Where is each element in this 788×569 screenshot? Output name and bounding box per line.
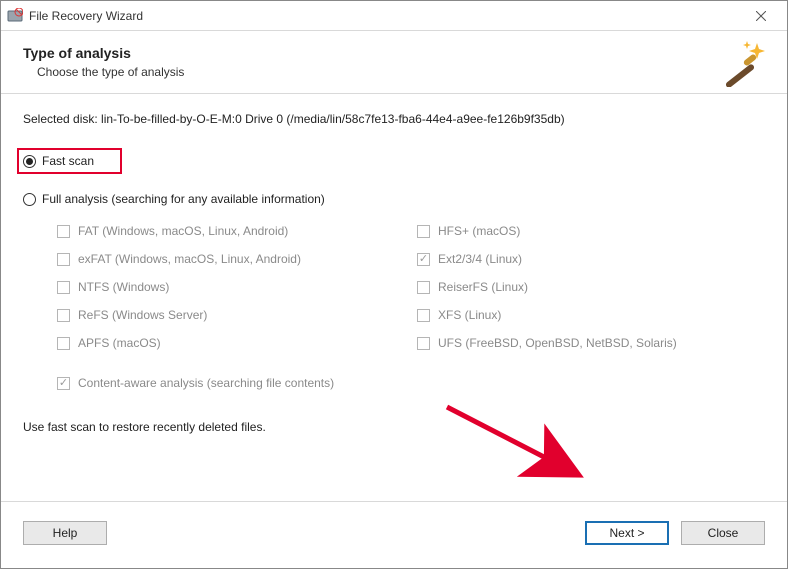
- checkbox-icon: [57, 281, 70, 294]
- fast-scan-label: Fast scan: [42, 154, 94, 168]
- fs-checkbox-row[interactable]: ReiserFS (Linux): [417, 280, 737, 294]
- checkbox-icon: [57, 253, 70, 266]
- fs-label: exFAT (Windows, macOS, Linux, Android): [78, 252, 301, 266]
- checkbox-icon: [417, 281, 430, 294]
- app-icon: [7, 8, 23, 24]
- radio-full-analysis[interactable]: [23, 193, 36, 206]
- close-window-button[interactable]: [741, 1, 781, 31]
- filesystem-grid: FAT (Windows, macOS, Linux, Android) HFS…: [57, 224, 765, 350]
- fs-label: ReFS (Windows Server): [78, 308, 207, 322]
- wizard-wand-icon: [719, 39, 767, 87]
- fs-checkbox-row[interactable]: Ext2/3/4 (Linux): [417, 252, 737, 266]
- radio-fast-scan-row[interactable]: Fast scan: [23, 148, 765, 174]
- fs-checkbox-row[interactable]: HFS+ (macOS): [417, 224, 737, 238]
- annotation-arrow-icon: [441, 399, 601, 489]
- checkbox-icon: [57, 377, 70, 390]
- checkbox-icon: [417, 337, 430, 350]
- close-icon: [756, 11, 766, 21]
- checkbox-icon: [57, 309, 70, 322]
- radio-fast-scan[interactable]: [23, 155, 36, 168]
- radio-full-analysis-row[interactable]: Full analysis (searching for any availab…: [23, 192, 325, 206]
- fs-checkbox-row[interactable]: FAT (Windows, macOS, Linux, Android): [57, 224, 417, 238]
- page-subtitle: Choose the type of analysis: [37, 65, 765, 79]
- hint-text: Use fast scan to restore recently delete…: [23, 420, 765, 434]
- fs-checkbox-row[interactable]: NTFS (Windows): [57, 280, 417, 294]
- fast-scan-highlight: Fast scan: [17, 148, 122, 174]
- fs-checkbox-row[interactable]: XFS (Linux): [417, 308, 737, 322]
- page-title: Type of analysis: [23, 45, 765, 61]
- close-button[interactable]: Close: [681, 521, 765, 545]
- fs-label: HFS+ (macOS): [438, 224, 520, 238]
- titlebar: File Recovery Wizard: [1, 1, 787, 31]
- wizard-header: Type of analysis Choose the type of anal…: [1, 31, 787, 94]
- checkbox-icon: [417, 225, 430, 238]
- checkbox-icon: [57, 225, 70, 238]
- fs-checkbox-row[interactable]: exFAT (Windows, macOS, Linux, Android): [57, 252, 417, 266]
- fs-checkbox-row[interactable]: APFS (macOS): [57, 336, 417, 350]
- selected-disk-label: Selected disk: lin-To-be-filled-by-O-E-M…: [23, 112, 765, 126]
- next-button[interactable]: Next >: [585, 521, 669, 545]
- fs-label: FAT (Windows, macOS, Linux, Android): [78, 224, 288, 238]
- fs-label: Ext2/3/4 (Linux): [438, 252, 522, 266]
- content-aware-label: Content-aware analysis (searching file c…: [78, 376, 334, 390]
- fs-label: NTFS (Windows): [78, 280, 169, 294]
- help-button[interactable]: Help: [23, 521, 107, 545]
- checkbox-icon: [417, 253, 430, 266]
- fs-label: UFS (FreeBSD, OpenBSD, NetBSD, Solaris): [438, 336, 677, 350]
- next-button-label: Next >: [609, 526, 644, 540]
- fs-label: ReiserFS (Linux): [438, 280, 528, 294]
- full-analysis-label: Full analysis (searching for any availab…: [42, 192, 325, 206]
- fs-label: XFS (Linux): [438, 308, 501, 322]
- fs-label: APFS (macOS): [78, 336, 161, 350]
- close-button-label: Close: [708, 526, 739, 540]
- content-aware-checkbox-row[interactable]: Content-aware analysis (searching file c…: [57, 376, 765, 390]
- help-button-label: Help: [53, 526, 78, 540]
- wizard-body: Selected disk: lin-To-be-filled-by-O-E-M…: [1, 94, 787, 501]
- window-title: File Recovery Wizard: [29, 9, 741, 23]
- checkbox-icon: [417, 309, 430, 322]
- fs-checkbox-row[interactable]: ReFS (Windows Server): [57, 308, 417, 322]
- wizard-footer: Help Next > Close: [1, 501, 787, 563]
- fs-checkbox-row[interactable]: UFS (FreeBSD, OpenBSD, NetBSD, Solaris): [417, 336, 737, 350]
- checkbox-icon: [57, 337, 70, 350]
